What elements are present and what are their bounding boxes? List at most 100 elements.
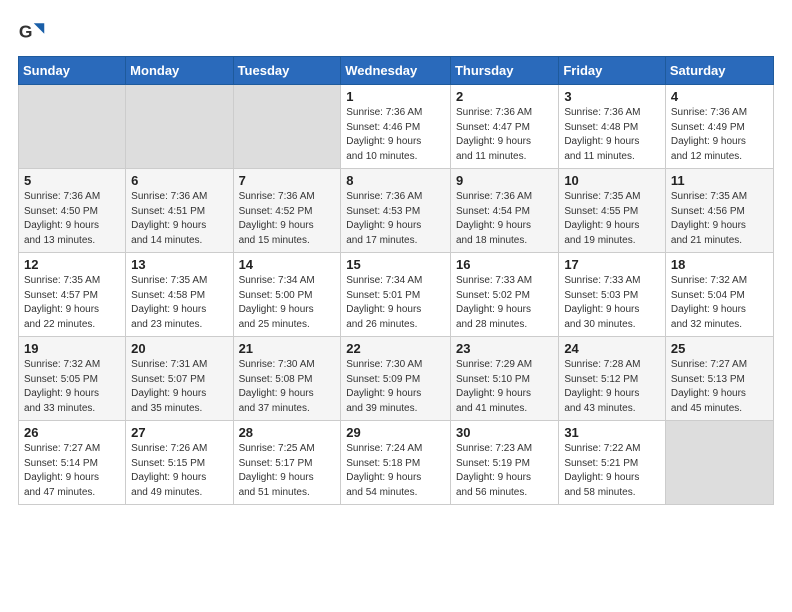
weekday-header-saturday: Saturday bbox=[665, 57, 773, 85]
calendar-cell: 15 Sunrise: 7:34 AM Sunset: 5:01 PM Dayli… bbox=[341, 253, 451, 337]
svg-text:G: G bbox=[19, 21, 33, 41]
day-number: 19 bbox=[24, 341, 120, 356]
day-info: Sunrise: 7:36 AM Sunset: 4:46 PM Dayligh… bbox=[346, 106, 445, 164]
day-number: 27 bbox=[131, 425, 227, 440]
day-number: 25 bbox=[671, 341, 768, 356]
weekday-header-friday: Friday bbox=[559, 57, 666, 85]
calendar-cell: 8 Sunrise: 7:36 AM Sunset: 4:53 PM Daylig… bbox=[341, 169, 451, 253]
day-info: Sunrise: 7:28 AM Sunset: 5:12 PM Dayligh… bbox=[564, 358, 660, 416]
calendar-cell: 12Sunrise: 7:35 AM Sunset: 4:57 PM Dayli… bbox=[19, 253, 126, 337]
day-number: 5 bbox=[24, 173, 120, 188]
calendar-cell: 26Sunrise: 7:27 AM Sunset: 5:14 PM Dayli… bbox=[19, 421, 126, 505]
calendar-cell bbox=[665, 421, 773, 505]
calendar-cell: 6 Sunrise: 7:36 AM Sunset: 4:51 PM Daylig… bbox=[126, 169, 233, 253]
day-info: Sunrise: 7:36 AM Sunset: 4:54 PM Dayligh… bbox=[456, 190, 553, 248]
weekday-header-thursday: Thursday bbox=[450, 57, 558, 85]
day-info: Sunrise: 7:31 AM Sunset: 5:07 PM Dayligh… bbox=[131, 358, 227, 416]
day-info: Sunrise: 7:32 AM Sunset: 5:05 PM Dayligh… bbox=[24, 358, 120, 416]
day-info: Sunrise: 7:26 AM Sunset: 5:15 PM Dayligh… bbox=[131, 442, 227, 500]
calendar-cell: 11 Sunrise: 7:35 AM Sunset: 4:56 PM Dayli… bbox=[665, 169, 773, 253]
day-number: 26 bbox=[24, 425, 120, 440]
day-info: Sunrise: 7:30 AM Sunset: 5:08 PM Dayligh… bbox=[239, 358, 336, 416]
day-info: Sunrise: 7:34 AM Sunset: 5:00 PM Dayligh… bbox=[239, 274, 336, 332]
day-number: 17 bbox=[564, 257, 660, 272]
day-number: 11 bbox=[671, 173, 768, 188]
day-info: Sunrise: 7:36 AM Sunset: 4:49 PM Dayligh… bbox=[671, 106, 768, 164]
day-info: Sunrise: 7:36 AM Sunset: 4:53 PM Dayligh… bbox=[346, 190, 445, 248]
logo-icon: G bbox=[18, 18, 46, 46]
day-info: Sunrise: 7:36 AM Sunset: 4:52 PM Dayligh… bbox=[239, 190, 336, 248]
day-info: Sunrise: 7:34 AM Sunset: 5:01 PM Dayligh… bbox=[346, 274, 445, 332]
day-number: 15 bbox=[346, 257, 445, 272]
weekday-header-monday: Monday bbox=[126, 57, 233, 85]
day-number: 10 bbox=[564, 173, 660, 188]
day-number: 4 bbox=[671, 89, 768, 104]
calendar-week-row: 12Sunrise: 7:35 AM Sunset: 4:57 PM Dayli… bbox=[19, 253, 774, 337]
day-number: 1 bbox=[346, 89, 445, 104]
day-info: Sunrise: 7:29 AM Sunset: 5:10 PM Dayligh… bbox=[456, 358, 553, 416]
calendar-cell: 5 Sunrise: 7:36 AM Sunset: 4:50 PM Daylig… bbox=[19, 169, 126, 253]
page: G SundayMondayTuesdayWednesdayThursdayFr… bbox=[0, 0, 792, 612]
calendar-cell: 22 Sunrise: 7:30 AM Sunset: 5:09 PM Dayli… bbox=[341, 337, 451, 421]
calendar-cell: 2Sunrise: 7:36 AM Sunset: 4:47 PM Daylig… bbox=[450, 85, 558, 169]
calendar-cell: 18 Sunrise: 7:32 AM Sunset: 5:04 PM Dayli… bbox=[665, 253, 773, 337]
day-info: Sunrise: 7:32 AM Sunset: 5:04 PM Dayligh… bbox=[671, 274, 768, 332]
calendar-cell: 28Sunrise: 7:25 AM Sunset: 5:17 PM Dayli… bbox=[233, 421, 341, 505]
calendar-cell: 14 Sunrise: 7:34 AM Sunset: 5:00 PM Dayli… bbox=[233, 253, 341, 337]
weekday-header-row: SundayMondayTuesdayWednesdayThursdayFrid… bbox=[19, 57, 774, 85]
calendar-cell: 7 Sunrise: 7:36 AM Sunset: 4:52 PM Daylig… bbox=[233, 169, 341, 253]
day-info: Sunrise: 7:30 AM Sunset: 5:09 PM Dayligh… bbox=[346, 358, 445, 416]
calendar-cell: 27 Sunrise: 7:26 AM Sunset: 5:15 PM Dayli… bbox=[126, 421, 233, 505]
day-info: Sunrise: 7:33 AM Sunset: 5:02 PM Dayligh… bbox=[456, 274, 553, 332]
header: G bbox=[18, 18, 774, 46]
day-number: 23 bbox=[456, 341, 553, 356]
calendar-cell: 3 Sunrise: 7:36 AM Sunset: 4:48 PM Daylig… bbox=[559, 85, 666, 169]
day-info: Sunrise: 7:35 AM Sunset: 4:55 PM Dayligh… bbox=[564, 190, 660, 248]
calendar-table: SundayMondayTuesdayWednesdayThursdayFrid… bbox=[18, 56, 774, 505]
calendar-cell bbox=[19, 85, 126, 169]
day-info: Sunrise: 7:36 AM Sunset: 4:48 PM Dayligh… bbox=[564, 106, 660, 164]
day-number: 20 bbox=[131, 341, 227, 356]
day-number: 7 bbox=[239, 173, 336, 188]
calendar-cell: 21 Sunrise: 7:30 AM Sunset: 5:08 PM Dayli… bbox=[233, 337, 341, 421]
day-number: 2 bbox=[456, 89, 553, 104]
weekday-header-wednesday: Wednesday bbox=[341, 57, 451, 85]
calendar-cell: 17 Sunrise: 7:33 AM Sunset: 5:03 PM Dayli… bbox=[559, 253, 666, 337]
calendar-cell bbox=[233, 85, 341, 169]
logo: G bbox=[18, 18, 48, 46]
calendar-week-row: 19 Sunrise: 7:32 AM Sunset: 5:05 PM Dayli… bbox=[19, 337, 774, 421]
day-number: 24 bbox=[564, 341, 660, 356]
day-info: Sunrise: 7:35 AM Sunset: 4:57 PM Dayligh… bbox=[24, 274, 120, 332]
day-number: 29 bbox=[346, 425, 445, 440]
calendar-cell: 24 Sunrise: 7:28 AM Sunset: 5:12 PM Dayli… bbox=[559, 337, 666, 421]
calendar-week-row: 5 Sunrise: 7:36 AM Sunset: 4:50 PM Daylig… bbox=[19, 169, 774, 253]
day-info: Sunrise: 7:36 AM Sunset: 4:50 PM Dayligh… bbox=[24, 190, 120, 248]
calendar-cell: 30Sunrise: 7:23 AM Sunset: 5:19 PM Dayli… bbox=[450, 421, 558, 505]
day-number: 14 bbox=[239, 257, 336, 272]
day-number: 18 bbox=[671, 257, 768, 272]
day-number: 9 bbox=[456, 173, 553, 188]
day-number: 6 bbox=[131, 173, 227, 188]
calendar-cell: 20 Sunrise: 7:31 AM Sunset: 5:07 PM Dayli… bbox=[126, 337, 233, 421]
day-info: Sunrise: 7:23 AM Sunset: 5:19 PM Dayligh… bbox=[456, 442, 553, 500]
day-info: Sunrise: 7:33 AM Sunset: 5:03 PM Dayligh… bbox=[564, 274, 660, 332]
day-info: Sunrise: 7:35 AM Sunset: 4:56 PM Dayligh… bbox=[671, 190, 768, 248]
day-number: 3 bbox=[564, 89, 660, 104]
day-number: 28 bbox=[239, 425, 336, 440]
weekday-header-tuesday: Tuesday bbox=[233, 57, 341, 85]
calendar-week-row: 26Sunrise: 7:27 AM Sunset: 5:14 PM Dayli… bbox=[19, 421, 774, 505]
day-info: Sunrise: 7:36 AM Sunset: 4:51 PM Dayligh… bbox=[131, 190, 227, 248]
calendar-cell: 25 Sunrise: 7:27 AM Sunset: 5:13 PM Dayli… bbox=[665, 337, 773, 421]
calendar-cell: 31Sunrise: 7:22 AM Sunset: 5:21 PM Dayli… bbox=[559, 421, 666, 505]
calendar-cell: 19 Sunrise: 7:32 AM Sunset: 5:05 PM Dayli… bbox=[19, 337, 126, 421]
day-number: 21 bbox=[239, 341, 336, 356]
calendar-cell: 16Sunrise: 7:33 AM Sunset: 5:02 PM Dayli… bbox=[450, 253, 558, 337]
day-number: 22 bbox=[346, 341, 445, 356]
day-number: 8 bbox=[346, 173, 445, 188]
calendar-cell: 13Sunrise: 7:35 AM Sunset: 4:58 PM Dayli… bbox=[126, 253, 233, 337]
day-info: Sunrise: 7:27 AM Sunset: 5:13 PM Dayligh… bbox=[671, 358, 768, 416]
calendar-cell: 1 Sunrise: 7:36 AM Sunset: 4:46 PM Daylig… bbox=[341, 85, 451, 169]
calendar-cell: 9 Sunrise: 7:36 AM Sunset: 4:54 PM Daylig… bbox=[450, 169, 558, 253]
day-info: Sunrise: 7:35 AM Sunset: 4:58 PM Dayligh… bbox=[131, 274, 227, 332]
calendar-cell: 23 Sunrise: 7:29 AM Sunset: 5:10 PM Dayli… bbox=[450, 337, 558, 421]
